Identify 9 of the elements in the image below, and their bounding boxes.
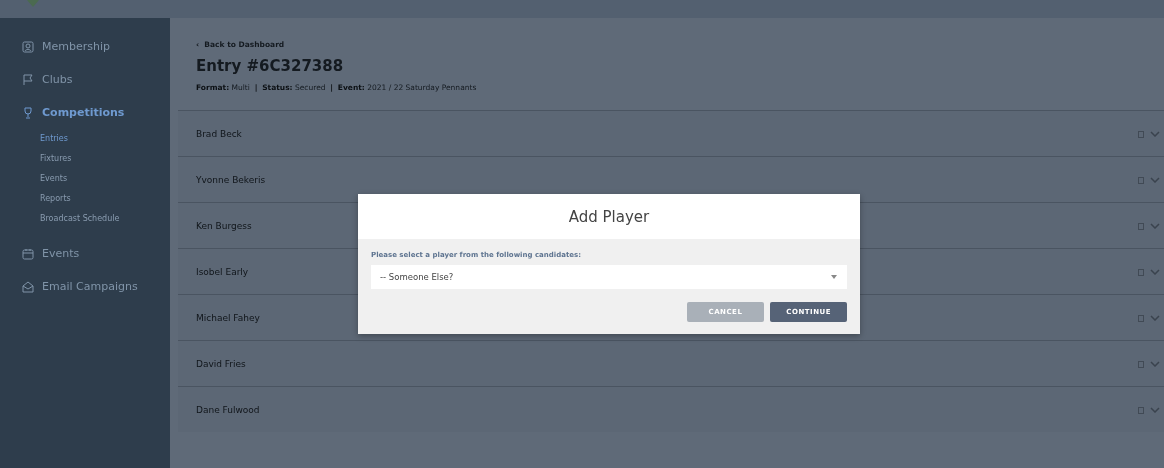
player-name: David Fries — [196, 358, 246, 369]
player-name: Isobel Early — [196, 266, 249, 277]
page-title: Entry #6C327388 — [196, 57, 344, 75]
player-name: Yvonne Bekeris — [196, 174, 266, 185]
player-name: Ken Burgess — [196, 220, 252, 231]
player-name: Dane Fulwood — [196, 404, 260, 415]
dialog-title: Add Player — [568, 207, 650, 226]
player-name: Brad Beck — [196, 128, 242, 139]
player-name: Michael Fahey — [196, 312, 260, 323]
